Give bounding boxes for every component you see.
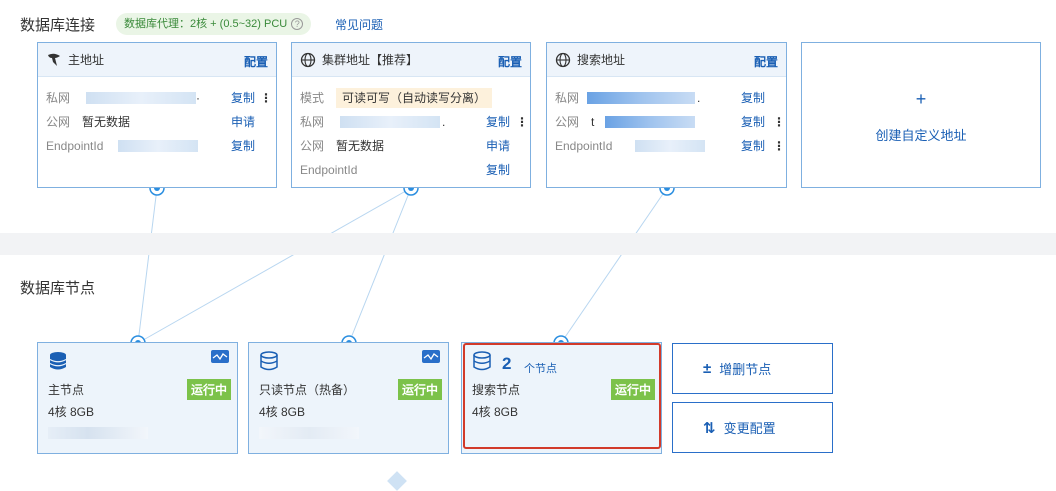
row-value: · — [196, 91, 200, 105]
nodes-section-title: 数据库节点 — [20, 280, 96, 297]
more-icon[interactable]: ⋮ — [516, 113, 528, 131]
database-icon — [48, 351, 68, 374]
card-header: 集群地址【推荐】 配置 — [292, 43, 530, 77]
row-value: 暂无数据 — [82, 115, 131, 129]
globe-icon — [555, 52, 571, 68]
selection-highlight — [463, 343, 661, 449]
masked-value — [635, 140, 705, 152]
change-config-label: 变更配置 — [723, 421, 776, 436]
row-label: 私网 — [300, 115, 325, 129]
cluster-address-card: 集群地址【推荐】 配置 模式 可读可写（自动读写分离） 私网 . 复制 ⋮ 公网… — [291, 42, 531, 188]
address-row: 模式 可读可写（自动读写分离） — [300, 88, 522, 108]
masked-value — [118, 140, 198, 152]
more-icon[interactable]: ⋮ — [773, 113, 785, 131]
address-row: 公网 暂无数据 申请 — [46, 113, 268, 131]
row-label: 公网 — [300, 139, 325, 153]
address-row: EndpointId 复制 ⋮ — [555, 137, 785, 155]
node-name: 只读节点（热备） — [259, 383, 356, 397]
row-value: 暂无数据 — [336, 139, 385, 153]
masked-value — [605, 116, 695, 128]
primary-node-card[interactable]: 主节点 4核 8GB 运行中 — [37, 342, 238, 454]
plus-icon: + — [915, 89, 927, 109]
copy-button[interactable]: 复制 — [231, 89, 255, 107]
copy-button[interactable]: 复制 — [486, 113, 510, 131]
row-label: EndpointId — [555, 139, 613, 153]
readonly-node-card[interactable]: 只读节点（热备） 4核 8GB 运行中 — [248, 342, 449, 454]
row-label: 模式 — [300, 91, 325, 105]
change-config-button[interactable]: ⇅ 变更配置 — [672, 402, 833, 453]
masked-node-id — [259, 427, 359, 439]
address-row: 公网 暂无数据 申请 — [300, 137, 522, 155]
card-title: 主地址 — [68, 53, 105, 67]
card-title: 搜索地址 — [577, 53, 626, 67]
rw-mode-tag: 可读可写（自动读写分离） — [336, 88, 493, 108]
database-icon — [259, 351, 279, 374]
row-label: EndpointId — [46, 139, 104, 153]
primary-icon — [46, 52, 62, 68]
row-value: t — [591, 115, 595, 129]
row-label: 私网 — [555, 91, 580, 105]
copy-button[interactable]: 复制 — [741, 89, 765, 107]
card-header: 搜索地址 配置 — [547, 43, 786, 77]
card-header: 主地址 配置 — [38, 43, 276, 77]
address-row: 私网 · 复制 ⋮ — [46, 89, 272, 107]
address-row: 私网 . 复制 ⋮ — [300, 113, 528, 131]
monitor-icon[interactable] — [211, 350, 229, 363]
section-divider — [0, 233, 1056, 255]
row-label: 公网 — [555, 115, 580, 129]
row-label: 私网 — [46, 91, 71, 105]
search-address-card: 搜索地址 配置 私网 . 复制 公网 t 复制 ⋮ EndpointId 复制 … — [546, 42, 787, 188]
create-custom-address-card[interactable]: + 创建自定义地址 — [801, 42, 1041, 188]
config-button[interactable]: 配置 — [244, 53, 268, 70]
status-badge: 运行中 — [186, 379, 231, 400]
masked-value — [587, 92, 695, 104]
copy-button[interactable]: 复制 — [231, 137, 255, 155]
globe-icon — [300, 52, 316, 68]
primary-address-card: 主地址 配置 私网 · 复制 ⋮ 公网 暂无数据 申请 EndpointId 复… — [37, 42, 277, 188]
address-row: EndpointId 复制 — [300, 161, 522, 179]
monitor-icon[interactable] — [422, 350, 440, 363]
row-value: . — [442, 115, 446, 129]
row-label: 公网 — [46, 115, 71, 129]
copy-button[interactable]: 复制 — [741, 137, 765, 155]
row-label: EndpointId — [300, 163, 358, 177]
apply-button[interactable]: 申请 — [231, 113, 255, 131]
create-custom-address-label: 创建自定义地址 — [875, 128, 967, 143]
node-name: 主节点 — [48, 383, 85, 397]
apply-button[interactable]: 申请 — [486, 137, 510, 155]
address-row: EndpointId 复制 — [46, 137, 268, 155]
address-row: 私网 . 复制 — [555, 89, 778, 107]
config-button[interactable]: 配置 — [754, 53, 778, 70]
more-icon[interactable]: ⋮ — [260, 89, 272, 107]
add-remove-nodes-label: 增删节点 — [719, 362, 772, 377]
node-spec: 4核 8GB — [259, 405, 306, 419]
config-button[interactable]: 配置 — [498, 53, 522, 70]
plus-minus-icon: ± — [703, 360, 712, 377]
masked-node-id — [48, 427, 148, 439]
masked-value — [86, 92, 196, 104]
more-icon[interactable]: ⋮ — [773, 137, 785, 155]
row-value: . — [697, 91, 701, 105]
card-title: 集群地址【推荐】 — [322, 53, 419, 67]
node-spec: 4核 8GB — [48, 405, 95, 419]
status-badge: 运行中 — [397, 379, 442, 400]
copy-button[interactable]: 复制 — [486, 161, 510, 179]
masked-value — [340, 116, 440, 128]
address-row: 公网 t 复制 ⋮ — [555, 113, 785, 131]
add-remove-nodes-button[interactable]: ± 增删节点 — [672, 343, 833, 394]
copy-button[interactable]: 复制 — [741, 113, 765, 131]
swap-arrows-icon: ⇅ — [703, 419, 716, 437]
